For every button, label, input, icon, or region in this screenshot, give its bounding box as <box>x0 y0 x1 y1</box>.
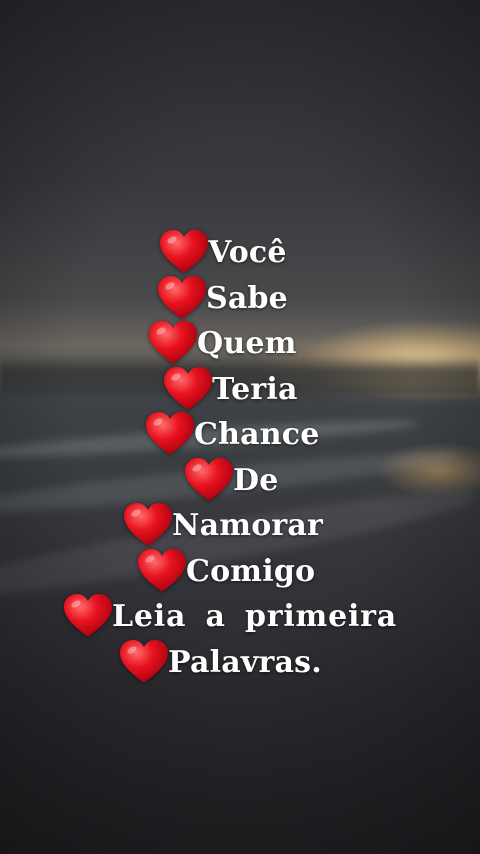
message-line: Chance <box>144 411 320 457</box>
message-word: Leia a primeira <box>112 598 397 634</box>
message-line: Quem <box>147 320 297 366</box>
message-word: Chance <box>194 416 320 452</box>
red-heart-icon <box>136 548 188 594</box>
message-word: Sabe <box>206 280 288 316</box>
message-line: Sabe <box>156 275 288 321</box>
message-line: Namorar <box>122 502 323 548</box>
red-heart-icon <box>183 457 235 503</box>
message-word: Comigo <box>186 553 316 589</box>
red-heart-icon <box>162 366 214 412</box>
red-heart-icon <box>62 593 114 639</box>
red-heart-icon <box>122 502 174 548</box>
message-line: Você <box>158 229 287 275</box>
message-word: Palavras. <box>168 644 322 680</box>
background-photo: Você Sabe Quem Teria Chance De Namorar C… <box>0 0 480 854</box>
message-word: Você <box>208 234 287 270</box>
red-heart-icon <box>144 411 196 457</box>
message-word: Teria <box>212 371 298 407</box>
message-line: Comigo <box>136 548 315 594</box>
message-line: Leia a primeira <box>62 593 397 639</box>
message-word: Quem <box>197 325 297 361</box>
red-heart-icon <box>147 320 199 366</box>
message-word: De <box>233 462 279 498</box>
red-heart-icon <box>158 229 210 275</box>
red-heart-icon <box>156 275 208 321</box>
message-word: Namorar <box>172 507 324 543</box>
message-line: Palavras. <box>118 639 322 685</box>
message-line: De <box>183 457 279 503</box>
message-line: Teria <box>162 366 298 412</box>
red-heart-icon <box>118 639 170 685</box>
